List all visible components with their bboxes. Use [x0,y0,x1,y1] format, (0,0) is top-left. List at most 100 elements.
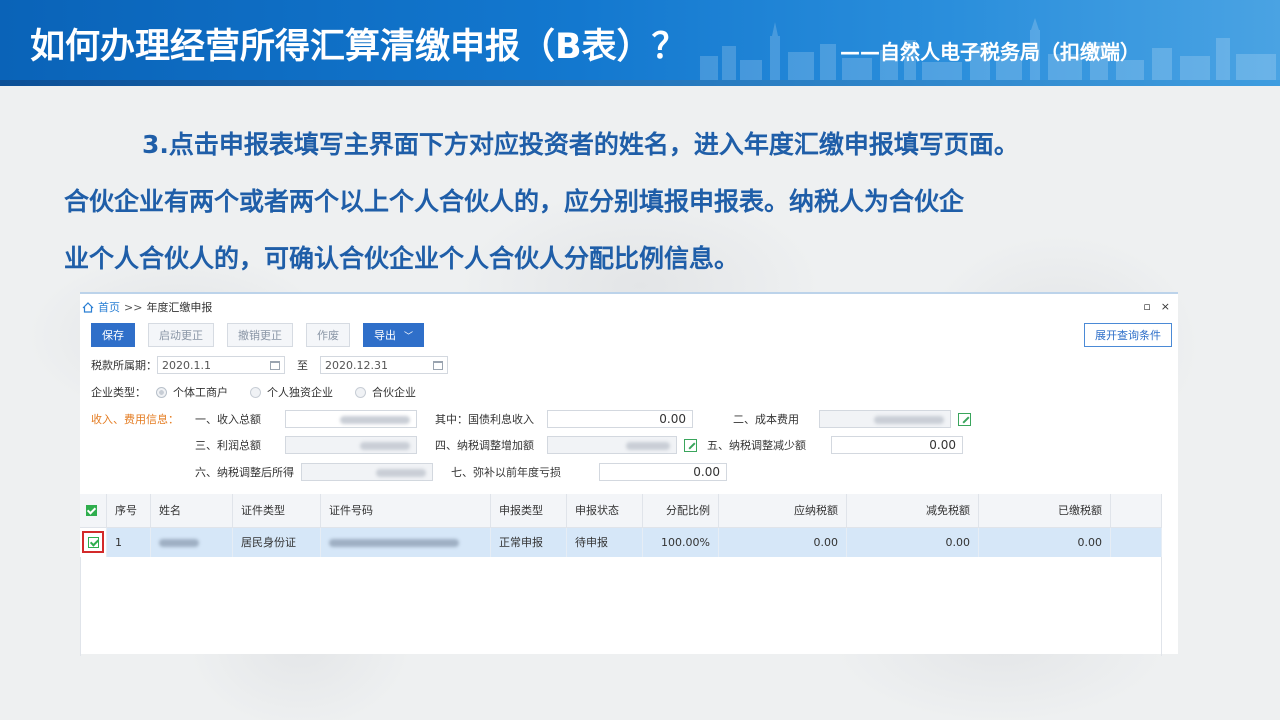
column-header-spacer [1110,494,1162,528]
adjusted-income-field[interactable] [301,463,433,481]
column-header: 分配比例 [642,494,719,528]
slide-subtitle: ——自然人电子税务局（扣缴端） [840,40,1140,64]
blurred-value [626,441,670,450]
cell-ratio: 100.00% [642,527,719,557]
table-row[interactable]: 1 居民身份证 正常申报 待申报 100.00% 0.00 0.00 0.00 [80,527,1162,557]
cost-expense-field[interactable] [819,410,951,428]
calendar-icon[interactable] [433,360,443,370]
tax-adjust-increase-field[interactable] [547,436,677,454]
restore-icon[interactable]: ▫ [1143,300,1150,313]
cell-spacer [1110,527,1162,557]
total-income-field[interactable] [285,410,417,428]
radio-label: 个体工商户 [173,386,228,399]
blurred-value [340,415,410,424]
cancel-correction-button[interactable]: 撤销更正 [227,323,293,347]
radio-label: 合伙企业 [372,386,416,399]
blurred-name [159,538,199,547]
expand-query-button[interactable]: 展开查询条件 [1084,323,1172,347]
cell-no: 1 [106,527,151,557]
income-row-1: 收入、费用信息： 一、收入总额 其中：国债利息收入 0.00 二、成本费用 [91,410,971,428]
column-header: 申报状态 [566,494,643,528]
tax-adjust-decrease-field[interactable]: 0.00 [831,436,963,454]
enterprise-type-row: 企业类型： 个体工商户 个人独资企业 合伙企业 [91,384,428,400]
column-header: 证件号码 [320,494,491,528]
investor-table: 序号 姓名 证件类型 证件号码 申报类型 申报状态 分配比例 应纳税额 减免税额… [80,494,1162,557]
radio-icon[interactable] [250,386,261,398]
select-all-cell[interactable] [80,494,107,528]
period-start-input[interactable]: 2020.1.1 [157,356,285,374]
edit-icon[interactable] [684,438,697,452]
income-info-label: 收入、费用信息： [91,413,179,426]
toolbar: 保存 启动更正 撤销更正 作废 导出 ﹀ [91,323,425,347]
instruction-line-3: 业个人合伙人的，可确认合伙企业个人合伙人分配比例信息。 [64,244,740,273]
export-button[interactable]: 导出 ﹀ [363,323,425,347]
column-header: 已缴税额 [978,494,1111,528]
tax-adjust-increase-label: 四、纳税调整增加额 [435,439,534,452]
checkbox-checked-icon[interactable] [87,536,99,548]
radio-icon[interactable] [156,386,167,398]
start-correction-button[interactable]: 启动更正 [148,323,214,347]
loss-carryforward-field[interactable]: 0.00 [599,463,727,481]
breadcrumb-current: 年度汇缴申报 [146,301,213,314]
loss-carryforward-label: 七、弥补以前年度亏损 [451,466,561,479]
calendar-icon[interactable] [270,360,280,370]
radio-partnership[interactable]: 合伙企业 [345,384,416,400]
app-window: 首页 >> 年度汇缴申报 ▫ × 保存 启动更正 撤销更正 作废 导出 ﹀ 展开… [80,292,1178,656]
period-end-value: 2020.12.31 [325,358,388,372]
total-income-label: 一、收入总额 [195,413,261,426]
export-label: 导出 [374,329,396,342]
cost-expense-label: 二、成本费用 [733,413,799,426]
enterprise-type-label: 企业类型： [91,386,146,399]
blurred-value [376,468,426,477]
header-stripe [0,80,1280,86]
breadcrumb-separator: >> [124,300,143,314]
breadcrumb-home[interactable]: 首页 [98,299,120,315]
highlight-box [82,531,104,554]
radio-sole-proprietorship[interactable]: 个人独资企业 [240,384,333,400]
column-header: 证件类型 [232,494,321,528]
income-row-3: 六、纳税调整后所得 七、弥补以前年度亏损 0.00 [195,463,727,481]
instruction-line-1: 3.点击申报表填写主界面下方对应投资者的姓名，进入年度汇缴申报填写页面。 [142,130,1019,159]
column-header: 应纳税额 [718,494,847,528]
breadcrumb: 首页 >> 年度汇缴申报 [82,300,212,314]
slide-title: 如何办理经营所得汇算清缴申报（B表）？ [30,27,687,67]
blurred-value [874,415,944,424]
table-header-row: 序号 姓名 证件类型 证件号码 申报类型 申报状态 分配比例 应纳税额 减免税额… [80,494,1162,528]
instruction-paragraph: 3.点击申报表填写主界面下方对应投资者的姓名，进入年度汇缴申报填写页面。 合伙企… [64,116,1224,287]
edit-icon[interactable] [958,412,971,426]
radio-icon[interactable] [355,386,366,398]
cell-status: 待申报 [566,527,643,557]
treasury-interest-label: 其中：国债利息收入 [435,413,534,426]
column-header: 序号 [106,494,151,528]
save-button[interactable]: 保存 [91,323,135,347]
slide-header: 如何办理经营所得汇算清缴申报（B表）？ ——自然人电子税务局（扣缴端） [0,0,1280,86]
void-button[interactable]: 作废 [306,323,350,347]
total-profit-label: 三、利润总额 [195,439,261,452]
cell-name[interactable] [150,527,233,557]
cell-tax-paid: 0.00 [978,527,1111,557]
treasury-interest-field[interactable]: 0.00 [547,410,693,428]
cell-id-type: 居民身份证 [232,527,321,557]
tax-adjust-decrease-label: 五、纳税调整减少额 [707,439,806,452]
row-select-cell[interactable] [80,527,107,557]
close-icon[interactable]: × [1161,300,1170,313]
period-end-input[interactable]: 2020.12.31 [320,356,448,374]
home-icon[interactable] [82,301,94,313]
cell-tax-relief: 0.00 [846,527,979,557]
income-row-2: 三、利润总额 四、纳税调整增加额 五、纳税调整减少额 0.00 [195,436,963,454]
column-header: 姓名 [150,494,233,528]
cell-id-number [320,527,491,557]
total-profit-field[interactable] [285,436,417,454]
period-to-label: 至 [297,359,308,372]
blurred-value [360,441,410,450]
cell-report-type: 正常申报 [490,527,567,557]
period-label: 税款所属期： [91,359,157,372]
window-controls: ▫ × [1143,300,1170,313]
cell-tax-due: 0.00 [718,527,847,557]
blurred-id [329,538,459,547]
radio-individual-business[interactable]: 个体工商户 [146,384,228,400]
period-row: 税款所属期： 2020.1.1 至 2020.12.31 [91,356,448,374]
chevron-down-icon: ﹀ [404,331,414,342]
instruction-line-2: 合伙企业有两个或者两个以上个人合伙人的，应分别填报申报表。纳税人为合伙企 [64,187,965,216]
checkbox-checked-icon[interactable] [86,505,97,517]
